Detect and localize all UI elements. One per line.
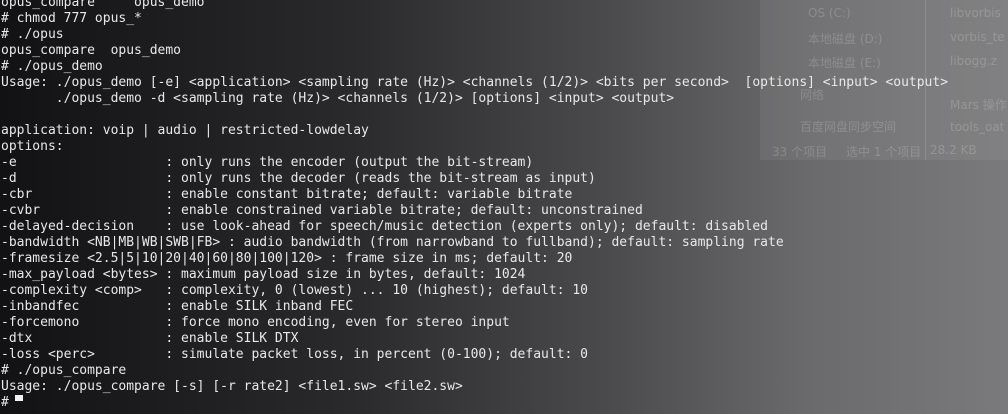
terminal-line: -delayed-decision : use look-ahead for s… [1, 219, 769, 234]
terminal-line: -d : only runs the decoder (reads the bi… [1, 171, 596, 186]
terminal-line: # ./opus [1, 27, 64, 42]
terminal-output: opus_compare opus_demo # chmod 777 opus_… [1, 0, 948, 411]
terminal-line: -max_payload <bytes> : maximum payload s… [1, 267, 526, 282]
terminal-line: -cbr : enable constant bitrate; default:… [1, 187, 573, 202]
terminal-line: -bandwidth <NB|MB|WB|SWB|FB> : audio ban… [1, 235, 784, 250]
terminal-line: ./opus_demo -d <sampling rate (Hz)> <cha… [1, 91, 675, 106]
terminal-line: opus_compare opus_demo [1, 0, 205, 10]
terminal-line: -e : only runs the encoder (output the b… [1, 155, 534, 170]
terminal-line: opus_compare opus_demo [1, 43, 182, 58]
background-file-3: libogg.z [950, 54, 997, 68]
terminal-line: -dtx : enable SILK DTX [1, 331, 299, 346]
terminal-line: -complexity <comp> : complexity, 0 (lowe… [1, 283, 588, 298]
terminal-line: -loss <perc> : simulate packet loss, in … [1, 347, 588, 362]
terminal-line: # ./opus_compare [1, 363, 127, 378]
background-file-5: tools_oat [950, 120, 1005, 134]
terminal-line: # chmod 777 opus_* [1, 11, 142, 26]
terminal-line: # ./opus_demo [1, 59, 103, 74]
terminal-line: options: [1, 139, 64, 154]
terminal-line: Usage: ./opus_compare [-s] [-r rate2] <f… [1, 379, 463, 394]
background-file-2: vorbis_te [950, 30, 1005, 44]
terminal-cursor [15, 395, 23, 401]
terminal-line: -cvbr : enable constrained variable bitr… [1, 203, 643, 218]
terminal-line: Usage: ./opus_demo [-e] <application> <s… [1, 75, 949, 90]
terminal-prompt-line[interactable]: # [1, 395, 948, 411]
background-file-1: libvorbis [950, 6, 1001, 20]
terminal-window[interactable]: OS (C:) 本地磁盘 (D:) 本地磁盘 (E:) 网络 百度网盘同步空间 … [0, 0, 1008, 414]
terminal-line: -forcemono : force mono encoding, even f… [1, 315, 510, 330]
terminal-line: -inbandfec : enable SILK inband FEC [1, 299, 354, 314]
terminal-line: application: voip | audio | restricted-l… [1, 123, 369, 138]
terminal-line: -framesize <2.5|5|10|20|40|60|80|100|120… [1, 251, 573, 266]
background-file-4: Mars 操作 [950, 98, 1007, 112]
